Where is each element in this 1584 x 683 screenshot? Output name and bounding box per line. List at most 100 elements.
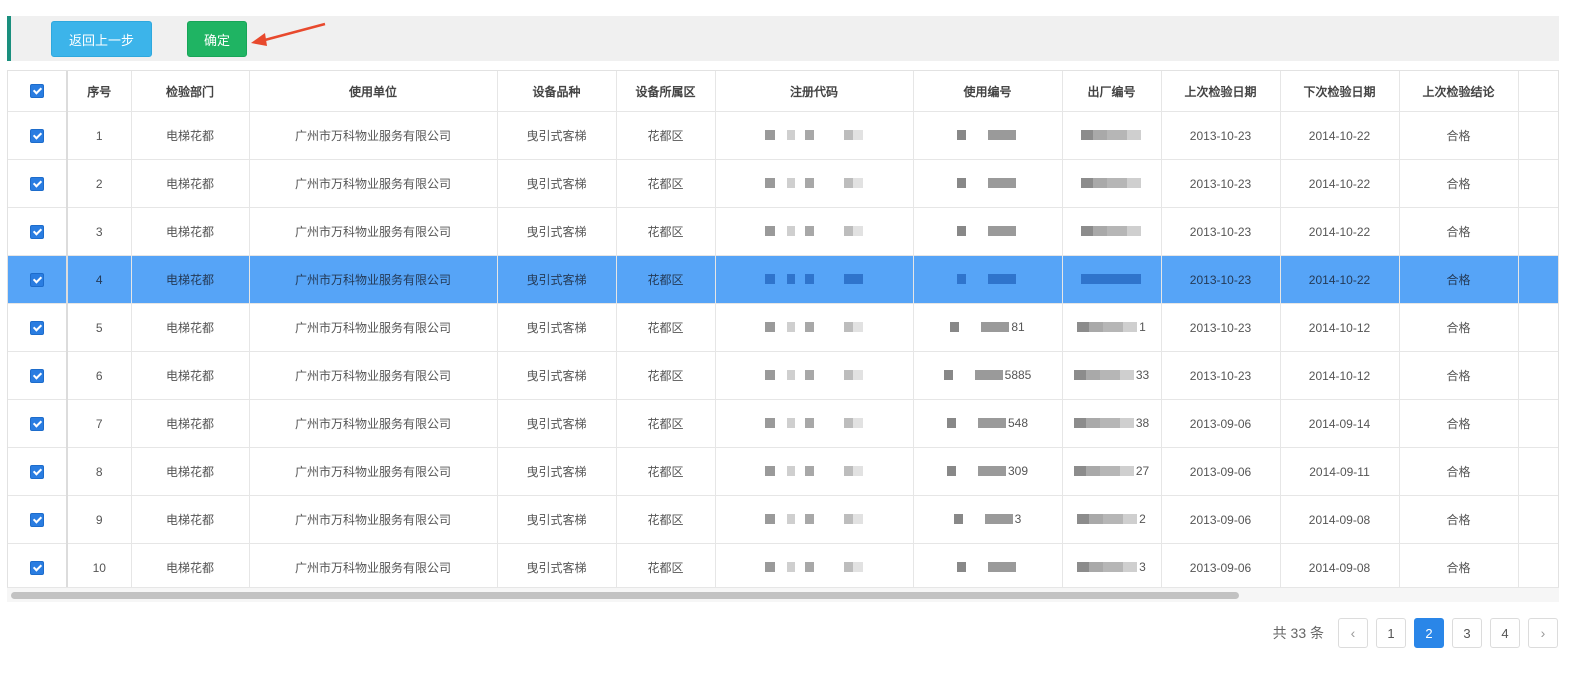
scrollbar-thumb[interactable] <box>11 592 1239 599</box>
header-area[interactable]: 设备所属区 <box>616 71 716 112</box>
header-next-date[interactable]: 下次检验日期 <box>1280 71 1400 112</box>
row-factory-no-text: 1 <box>1139 320 1146 334</box>
row-checkbox-cell[interactable] <box>8 351 68 400</box>
table-row[interactable]: 5 电梯花都 广州市万科物业服务有限公司 曳引式客梯 花都区 81 1 2013-10-23 2… <box>8 303 1558 352</box>
row-dept: 电梯花都 <box>131 111 250 160</box>
row-reg-code <box>715 495 914 544</box>
row-no: 8 <box>67 447 132 496</box>
page-2-button[interactable]: 2 <box>1414 618 1444 648</box>
header-last-date[interactable]: 上次检验日期 <box>1161 71 1281 112</box>
redacted-blur <box>1080 129 1141 141</box>
toolbar: 返回上一步 确定 <box>7 16 1559 61</box>
table-row[interactable]: 9 电梯花都 广州市万科物业服务有限公司 曳引式客梯 花都区 3 2 2013-09-06 20… <box>8 495 1558 544</box>
row-factory-no-text: 2 <box>1139 512 1146 526</box>
horizontal-scrollbar[interactable] <box>7 587 1559 602</box>
row-extra <box>1518 495 1558 544</box>
row-next-date: 2014-10-22 <box>1280 255 1400 304</box>
row-checkbox[interactable] <box>30 560 44 575</box>
header-no[interactable]: 序号 <box>67 71 132 112</box>
row-result: 合格 <box>1399 207 1519 256</box>
header-result[interactable]: 上次检验结论 <box>1399 71 1519 112</box>
row-area: 花都区 <box>616 543 716 592</box>
row-checkbox-cell[interactable] <box>8 111 68 160</box>
row-no: 6 <box>67 351 132 400</box>
row-factory-no-text: 27 <box>1135 464 1150 478</box>
header-type[interactable]: 设备品种 <box>497 71 617 112</box>
redacted-blur <box>946 417 1006 429</box>
table-row[interactable]: 6 电梯花都 广州市万科物业服务有限公司 曳引式客梯 花都区 5885 33 2013-10-… <box>8 351 1558 400</box>
header-unit[interactable]: 使用单位 <box>249 71 498 112</box>
row-type: 曳引式客梯 <box>497 303 617 352</box>
row-area: 花都区 <box>616 159 716 208</box>
prev-page-button[interactable]: ‹ <box>1338 618 1368 648</box>
row-last-date: 2013-10-23 <box>1161 351 1281 400</box>
row-next-date: 2014-10-12 <box>1280 303 1400 352</box>
table-row[interactable]: 2 电梯花都 广州市万科物业服务有限公司 曳引式客梯 花都区 2013-10-23 2014… <box>8 159 1558 208</box>
page-3-button[interactable]: 3 <box>1452 618 1482 648</box>
table-row[interactable]: 7 电梯花都 广州市万科物业服务有限公司 曳引式客梯 花都区 548 38 2013-09-0… <box>8 399 1558 448</box>
back-button[interactable]: 返回上一步 <box>51 21 152 57</box>
row-next-date: 2014-10-22 <box>1280 207 1400 256</box>
header-reg-code[interactable]: 注册代码 <box>715 71 914 112</box>
row-last-date: 2013-09-06 <box>1161 447 1281 496</box>
row-type: 曳引式客梯 <box>497 207 617 256</box>
row-area: 花都区 <box>616 303 716 352</box>
row-use-no: 5885 <box>913 351 1063 400</box>
select-all-checkbox-cell[interactable] <box>8 71 68 112</box>
row-checkbox[interactable] <box>30 320 44 335</box>
next-page-button[interactable]: › <box>1528 618 1558 648</box>
page-4-button[interactable]: 4 <box>1490 618 1520 648</box>
row-checkbox-cell[interactable] <box>8 159 68 208</box>
row-factory-no <box>1062 159 1162 208</box>
row-checkbox-cell[interactable] <box>8 255 68 304</box>
row-reg-code <box>715 351 914 400</box>
row-type: 曳引式客梯 <box>497 447 617 496</box>
row-dept: 电梯花都 <box>131 255 250 304</box>
row-next-date: 2014-10-12 <box>1280 351 1400 400</box>
row-unit: 广州市万科物业服务有限公司 <box>249 495 498 544</box>
header-use-no[interactable]: 使用编号 <box>913 71 1063 112</box>
table-row[interactable]: 8 电梯花都 广州市万科物业服务有限公司 曳引式客梯 花都区 309 27 2013-09-0… <box>8 447 1558 496</box>
row-checkbox[interactable] <box>30 128 44 143</box>
redacted-blur <box>765 561 863 573</box>
row-checkbox[interactable] <box>30 176 44 191</box>
row-type: 曳引式客梯 <box>497 159 617 208</box>
row-checkbox-cell[interactable] <box>8 207 68 256</box>
row-checkbox[interactable] <box>30 224 44 239</box>
row-factory-no-text: 33 <box>1135 368 1150 382</box>
row-dept: 电梯花都 <box>131 207 250 256</box>
row-unit: 广州市万科物业服务有限公司 <box>249 543 498 592</box>
row-checkbox-cell[interactable] <box>8 543 68 592</box>
confirm-button[interactable]: 确定 <box>187 21 247 57</box>
row-checkbox[interactable] <box>30 464 44 479</box>
row-last-date: 2013-10-23 <box>1161 159 1281 208</box>
row-checkbox[interactable] <box>30 368 44 383</box>
row-checkbox[interactable] <box>30 272 44 287</box>
row-unit: 广州市万科物业服务有限公司 <box>249 255 498 304</box>
row-use-no <box>913 111 1063 160</box>
row-checkbox-cell[interactable] <box>8 495 68 544</box>
annotation-arrow-icon <box>251 22 326 46</box>
select-all-checkbox[interactable] <box>30 84 44 99</box>
table-row[interactable]: 3 电梯花都 广州市万科物业服务有限公司 曳引式客梯 花都区 2013-10-23 2014… <box>8 207 1558 256</box>
row-use-no: 81 <box>913 303 1063 352</box>
row-checkbox-cell[interactable] <box>8 303 68 352</box>
row-last-date: 2013-09-06 <box>1161 399 1281 448</box>
header-dept[interactable]: 检验部门 <box>131 71 250 112</box>
page-1-button[interactable]: 1 <box>1376 618 1406 648</box>
row-checkbox-cell[interactable] <box>8 399 68 448</box>
row-next-date: 2014-09-14 <box>1280 399 1400 448</box>
table-row[interactable]: 1 电梯花都 广州市万科物业服务有限公司 曳引式客梯 花都区 2013-10-23 2014… <box>8 111 1558 160</box>
row-checkbox-cell[interactable] <box>8 447 68 496</box>
redacted-blur <box>765 465 863 477</box>
row-no: 2 <box>67 159 132 208</box>
table-row[interactable]: 10 电梯花都 广州市万科物业服务有限公司 曳引式客梯 花都区 3 2013-09-06 20… <box>8 543 1558 592</box>
row-type: 曳引式客梯 <box>497 495 617 544</box>
row-checkbox[interactable] <box>30 416 44 431</box>
row-checkbox[interactable] <box>30 512 44 527</box>
redacted-blur <box>765 369 863 381</box>
table-row[interactable]: 4 电梯花都 广州市万科物业服务有限公司 曳引式客梯 花都区 2013-10-23 2014… <box>8 255 1558 304</box>
header-extra <box>1518 71 1558 112</box>
row-result: 合格 <box>1399 351 1519 400</box>
header-factory-no[interactable]: 出厂编号 <box>1062 71 1162 112</box>
